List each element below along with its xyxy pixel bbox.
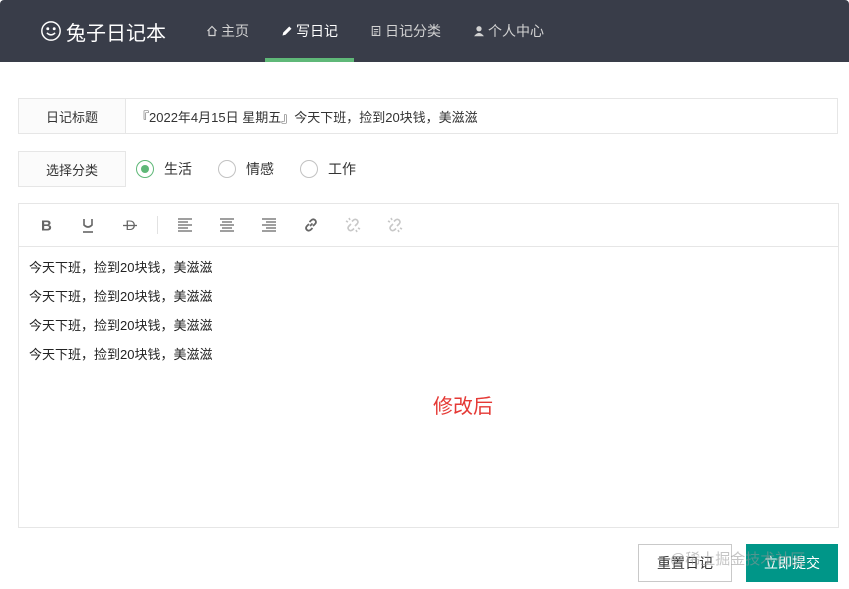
nav-item-diary-category[interactable]: 日记分类 — [354, 0, 457, 62]
link-icon — [305, 218, 317, 232]
svg-text:B: B — [41, 218, 52, 234]
nav-item-home[interactable]: 主页 — [190, 0, 265, 62]
app-title: 兔子日记本 — [66, 22, 166, 45]
rich-text-editor: B D 今天下班，捡到20块钱，美滋滋 今天下班，捡到20块钱，美滋滋 今天下班… — [18, 203, 839, 528]
nav-label: 写日记 — [296, 23, 338, 39]
align-right-icon — [262, 218, 276, 232]
nav-label: 个人中心 — [488, 23, 544, 39]
home-icon — [207, 25, 217, 37]
unlink-button[interactable] — [338, 211, 368, 239]
document-icon — [371, 25, 381, 37]
category-row: 选择分类 生活 情感 工作 — [18, 151, 382, 187]
radio-emotion[interactable]: 情感 — [218, 159, 274, 179]
reset-diary-button[interactable]: 重置日记 — [638, 544, 732, 582]
top-navbar: 兔子日记本 主页 写日记 日记分类 个人中心 — [0, 0, 849, 62]
unlink-button-2[interactable] — [380, 211, 410, 239]
radio-label: 生活 — [164, 161, 192, 177]
radio-label: 情感 — [246, 161, 274, 177]
app-logo[interactable]: 兔子日记本 — [40, 0, 166, 62]
bold-icon: B — [41, 218, 52, 234]
smiley-icon — [41, 21, 61, 41]
align-left-button[interactable] — [170, 211, 200, 239]
radio-unchecked-icon — [218, 160, 236, 178]
content-line: 今天下班，捡到20块钱，美滋滋 — [29, 318, 213, 333]
align-right-button[interactable] — [254, 211, 284, 239]
radio-work[interactable]: 工作 — [300, 159, 356, 179]
content-line: 今天下班，捡到20块钱，美滋滋 — [29, 347, 213, 362]
main-nav: 主页 写日记 日记分类 个人中心 — [190, 0, 560, 62]
category-label: 选择分类 — [18, 151, 126, 187]
unlink-icon — [345, 217, 361, 233]
align-center-button[interactable] — [212, 211, 242, 239]
underline-icon — [83, 219, 93, 233]
radio-unchecked-icon — [300, 160, 318, 178]
content-line: 今天下班，捡到20块钱，美滋滋 — [29, 289, 213, 304]
toolbar-divider — [157, 216, 158, 234]
editor-content[interactable]: 今天下班，捡到20块钱，美滋滋 今天下班，捡到20块钱，美滋滋 今天下班，捡到2… — [19, 247, 838, 383]
underline-button[interactable] — [73, 211, 103, 239]
annotation-text: 修改后 — [433, 396, 493, 418]
nav-label: 主页 — [221, 23, 249, 39]
submit-button[interactable]: 立即提交 — [746, 544, 838, 582]
title-row: 日记标题 『2022年4月15日 星期五』今天下班，捡到20块钱，美滋滋 — [18, 98, 838, 134]
category-radio-group: 生活 情感 工作 — [136, 151, 382, 187]
unlink-icon — [387, 217, 403, 233]
radio-checked-icon — [136, 160, 154, 178]
nav-item-write-diary[interactable]: 写日记 — [265, 0, 354, 62]
content-line: 今天下班，捡到20块钱，美滋滋 — [29, 260, 213, 275]
nav-label: 日记分类 — [385, 23, 441, 39]
nav-item-profile[interactable]: 个人中心 — [457, 0, 560, 62]
align-left-icon — [178, 218, 192, 232]
align-center-icon — [220, 218, 234, 232]
pencil-icon — [282, 26, 292, 36]
radio-life[interactable]: 生活 — [136, 159, 192, 179]
link-button[interactable] — [296, 211, 326, 239]
user-icon — [474, 26, 484, 37]
editor-toolbar: B D — [19, 204, 838, 247]
radio-label: 工作 — [328, 161, 356, 177]
title-input[interactable]: 『2022年4月15日 星期五』今天下班，捡到20块钱，美滋滋 — [126, 98, 838, 134]
strikethrough-icon: D — [123, 217, 137, 233]
title-label: 日记标题 — [18, 98, 126, 134]
strikethrough-button[interactable]: D — [115, 211, 145, 239]
bold-button[interactable]: B — [31, 211, 61, 239]
